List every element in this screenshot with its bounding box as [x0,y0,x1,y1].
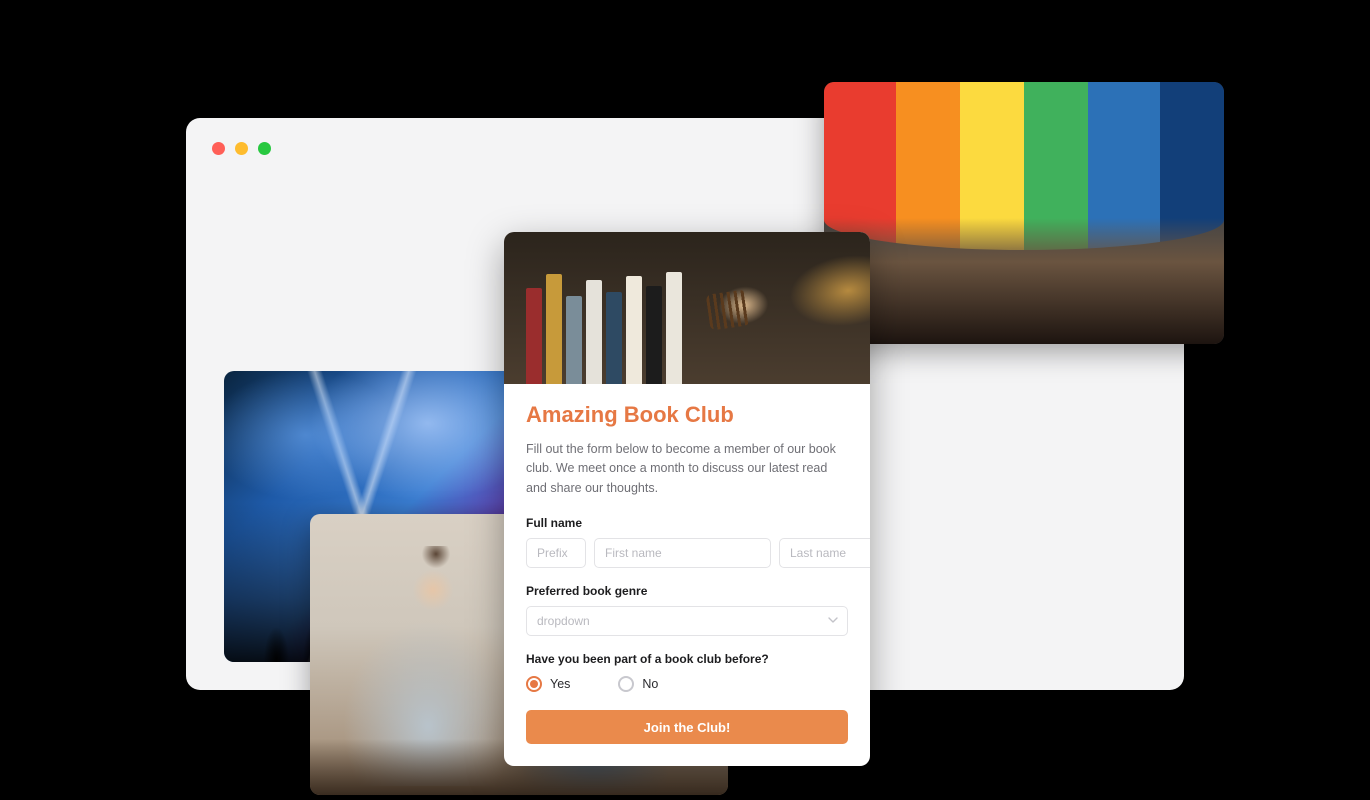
signup-form-card: Amazing Book Club Fill out the form belo… [504,232,870,766]
genre-label: Preferred book genre [526,584,848,598]
radio-yes[interactable]: Yes [526,676,570,692]
first-name-input[interactable] [594,538,771,568]
genre-dropdown[interactable]: dropdown [526,606,848,636]
radio-icon [526,676,542,692]
form-description: Fill out the form below to become a memb… [526,440,848,498]
last-name-input[interactable] [779,538,870,568]
radio-no-label: No [642,677,658,691]
prefix-input[interactable] [526,538,586,568]
form-hero-image [504,232,870,384]
window-close-icon[interactable] [212,142,225,155]
full-name-label: Full name [526,516,848,530]
prior-club-label: Have you been part of a book club before… [526,652,848,666]
radio-yes-label: Yes [550,677,570,691]
radio-icon [618,676,634,692]
window-minimize-icon[interactable] [235,142,248,155]
image-pride-flag [824,82,1224,344]
form-title: Amazing Book Club [526,402,848,428]
window-maximize-icon[interactable] [258,142,271,155]
window-controls [212,142,271,155]
submit-button[interactable]: Join the Club! [526,710,848,744]
radio-no[interactable]: No [618,676,658,692]
